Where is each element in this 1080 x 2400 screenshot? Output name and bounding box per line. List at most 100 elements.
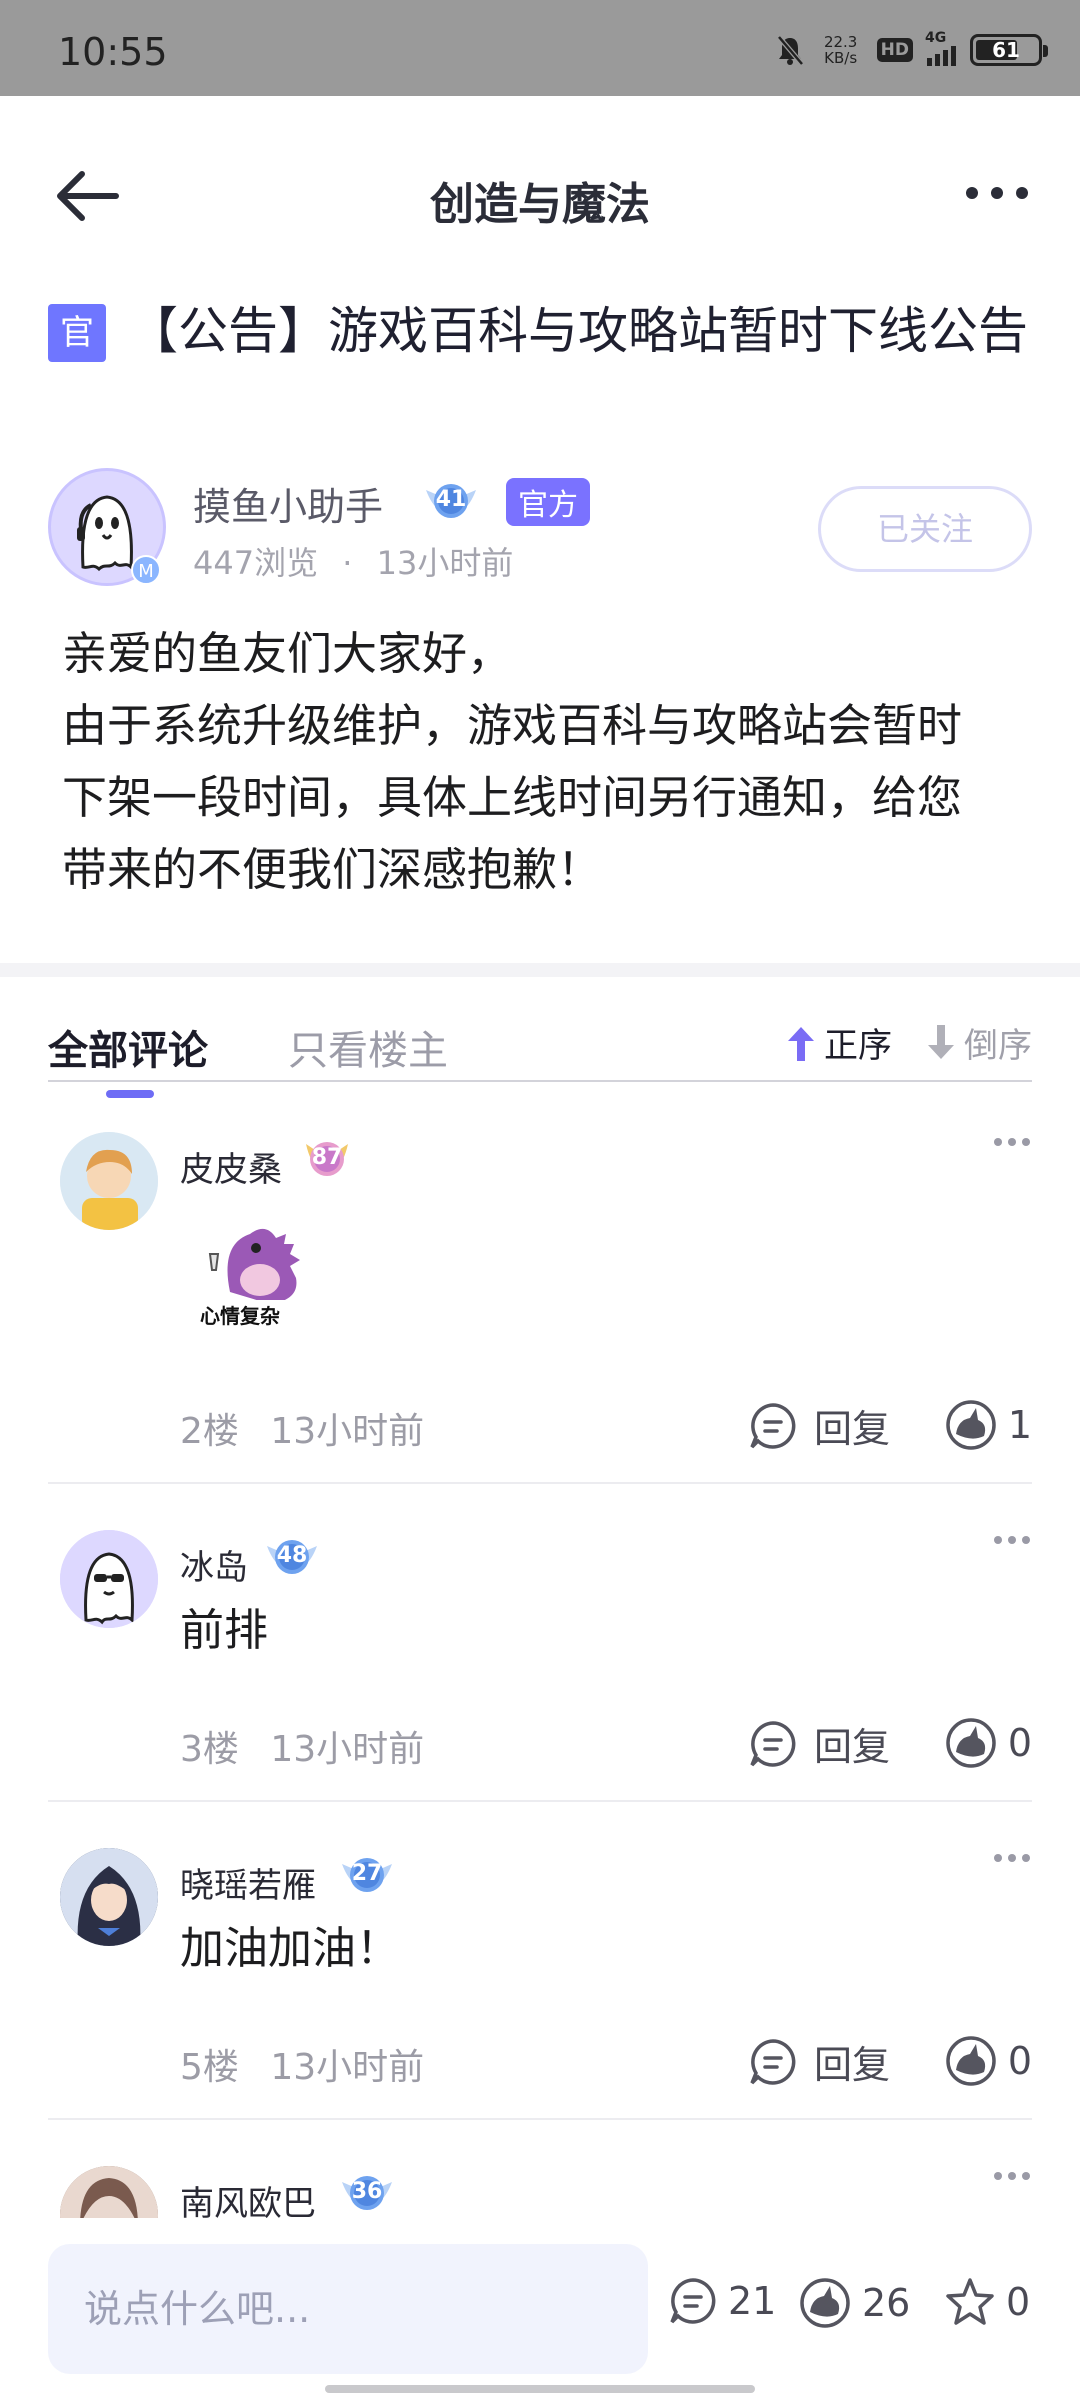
- post-time: 13小时前: [376, 544, 514, 582]
- view-count: 447浏览: [193, 544, 319, 582]
- post-title: 官【公告】游戏百科与攻略站暂时下线公告: [48, 300, 1028, 362]
- comment-text: 加油加油！: [180, 1923, 400, 1974]
- avatar-badge: M: [131, 555, 161, 585]
- star-icon: [946, 2278, 994, 2325]
- commenter-name[interactable]: 晓瑶若雁: [180, 1858, 316, 1907]
- more-button[interactable]: [962, 178, 1032, 208]
- level-badge: 48: [263, 1532, 321, 1582]
- reply-button[interactable]: 回复: [748, 2034, 890, 2089]
- level-badge: 41: [422, 476, 480, 526]
- post-title-text: 【公告】游戏百科与攻略站暂时下线公告: [128, 302, 1028, 360]
- commenter-avatar[interactable]: [60, 1530, 158, 1628]
- arrow-down-icon: [928, 1024, 954, 1059]
- tab-all-comments[interactable]: 全部评论: [48, 1018, 208, 1098]
- commenter-avatar[interactable]: [60, 2166, 158, 2218]
- comment-item: 南风欧巴 36: [48, 2166, 1032, 2218]
- comment-bubble-icon: [750, 2038, 796, 2085]
- floor-number: 5楼: [180, 2047, 239, 2088]
- level-number: 36: [351, 2179, 383, 2204]
- comment-more-button[interactable]: [992, 1848, 1032, 1868]
- comment-time: 13小时前: [270, 1729, 425, 1770]
- reply-button[interactable]: 回复: [748, 1398, 890, 1453]
- level-badge: 87: [298, 1134, 356, 1184]
- comment-more-button[interactable]: [992, 1530, 1032, 1550]
- comment-meta: 2楼 13小时前: [180, 1402, 424, 1454]
- comment-more-button[interactable]: [992, 1132, 1032, 1152]
- portrait-avatar-icon: [60, 2166, 158, 2218]
- comment-bubble-icon: [750, 1402, 796, 1449]
- level-number: 48: [276, 1543, 308, 1568]
- comment-time: 13小时前: [270, 2047, 425, 2088]
- like-button[interactable]: 1: [944, 1398, 1032, 1452]
- author-avatar[interactable]: M: [48, 468, 166, 586]
- home-indicator[interactable]: [325, 2385, 755, 2393]
- battery-level: 61: [992, 38, 1020, 62]
- anime-avatar-icon: [60, 1132, 158, 1230]
- comment-time: 13小时前: [270, 1411, 425, 1452]
- comment-item: 皮皮桑 87 心情复杂 2楼 13小时前 回复 1: [48, 1132, 1032, 1484]
- comment-more-button[interactable]: [992, 2166, 1032, 2186]
- comment-tabs: 全部评论 只看楼主 正序 倒序: [48, 1010, 1032, 1098]
- fish-like-icon: [800, 2278, 850, 2328]
- commenter-avatar[interactable]: [60, 1132, 158, 1230]
- fish-like-icon: [946, 1718, 996, 1768]
- net-speed: 22.3 KB/s: [823, 33, 858, 67]
- status-bar: 10:55 22.3 KB/s HD 4G 61: [0, 0, 1080, 96]
- official-badge: 官方: [506, 478, 590, 526]
- post-meta: 447浏览 · 13小时前: [193, 544, 514, 582]
- like-button[interactable]: 0: [944, 1716, 1032, 1770]
- mute-bell-icon: [776, 35, 804, 66]
- more-horizontal-icon: [994, 1536, 1030, 1544]
- official-tag: 官: [48, 304, 106, 362]
- author-row: M 摸鱼小助手 41 官方 447浏览 · 13小时前 已关注: [48, 468, 1032, 592]
- level-number: 27: [351, 1861, 383, 1886]
- comment-input[interactable]: [48, 2244, 648, 2374]
- battery-icon: 61: [970, 34, 1048, 66]
- section-divider: [0, 963, 1080, 977]
- signal-icon: 4G: [925, 30, 956, 66]
- ghost-sunglasses-avatar-icon: [60, 1530, 158, 1628]
- comment-divider: [48, 1800, 1032, 1802]
- anime-girl-avatar-icon: [60, 1848, 158, 1946]
- sort-desc-button[interactable]: 倒序: [924, 1018, 1032, 1067]
- post-body: 亲爱的鱼友们大家好， 由于系统升级维护，游戏百科与攻略站会暂时 下架一段时间，具…: [62, 627, 963, 896]
- reply-button[interactable]: 回复: [748, 1716, 890, 1771]
- comment-text: 前排: [180, 1605, 268, 1656]
- follow-button[interactable]: 已关注: [818, 486, 1032, 572]
- comment-meta: 5楼 13小时前: [180, 2038, 424, 2090]
- fish-like-icon: [946, 1400, 996, 1450]
- commenter-avatar[interactable]: [60, 1848, 158, 1946]
- tab-owner-only[interactable]: 只看楼主: [288, 1018, 448, 1076]
- more-horizontal-icon: [994, 2172, 1030, 2180]
- page-title: 创造与魔法: [430, 179, 650, 230]
- comment-bubble-icon: [670, 2278, 716, 2324]
- fish-like-icon: [946, 2036, 996, 2086]
- more-horizontal-icon: [994, 1138, 1030, 1146]
- commenter-name[interactable]: 皮皮桑: [180, 1142, 282, 1191]
- status-icons: 22.3 KB/s HD 4G 61: [775, 30, 1048, 70]
- author-name[interactable]: 摸鱼小助手: [193, 476, 383, 531]
- more-horizontal-icon: [994, 1854, 1030, 1862]
- level-badge: 27: [338, 1850, 396, 1900]
- level-number: 41: [435, 487, 467, 512]
- sticker-image: 心情复杂: [190, 1204, 320, 1328]
- commenter-name[interactable]: 南风欧巴: [180, 2176, 316, 2218]
- floor-number: 2楼: [180, 1411, 239, 1452]
- comment-divider: [48, 1482, 1032, 1484]
- like-count-button[interactable]: 26: [798, 2276, 910, 2330]
- floor-number: 3楼: [180, 1729, 239, 1770]
- like-button[interactable]: 0: [944, 2034, 1032, 2088]
- comment-count-button[interactable]: 21: [668, 2276, 776, 2326]
- arrow-up-icon: [788, 1026, 814, 1061]
- sort-asc-button[interactable]: 正序: [784, 1018, 892, 1067]
- commenter-name[interactable]: 冰岛: [180, 1540, 248, 1589]
- comment-item: 晓瑶若雁 27 加油加油！ 5楼 13小时前 回复 0: [48, 1848, 1032, 2120]
- more-horizontal-icon: [966, 187, 1028, 199]
- app-header: 创造与魔法: [0, 96, 1080, 296]
- sticker-caption: 心情复杂: [200, 1304, 280, 1328]
- level-badge: 36: [338, 2168, 396, 2218]
- level-number: 87: [311, 1145, 343, 1170]
- favorite-button[interactable]: 0: [944, 2276, 1030, 2328]
- comment-divider: [48, 2118, 1032, 2120]
- hd-icon: HD: [876, 38, 913, 62]
